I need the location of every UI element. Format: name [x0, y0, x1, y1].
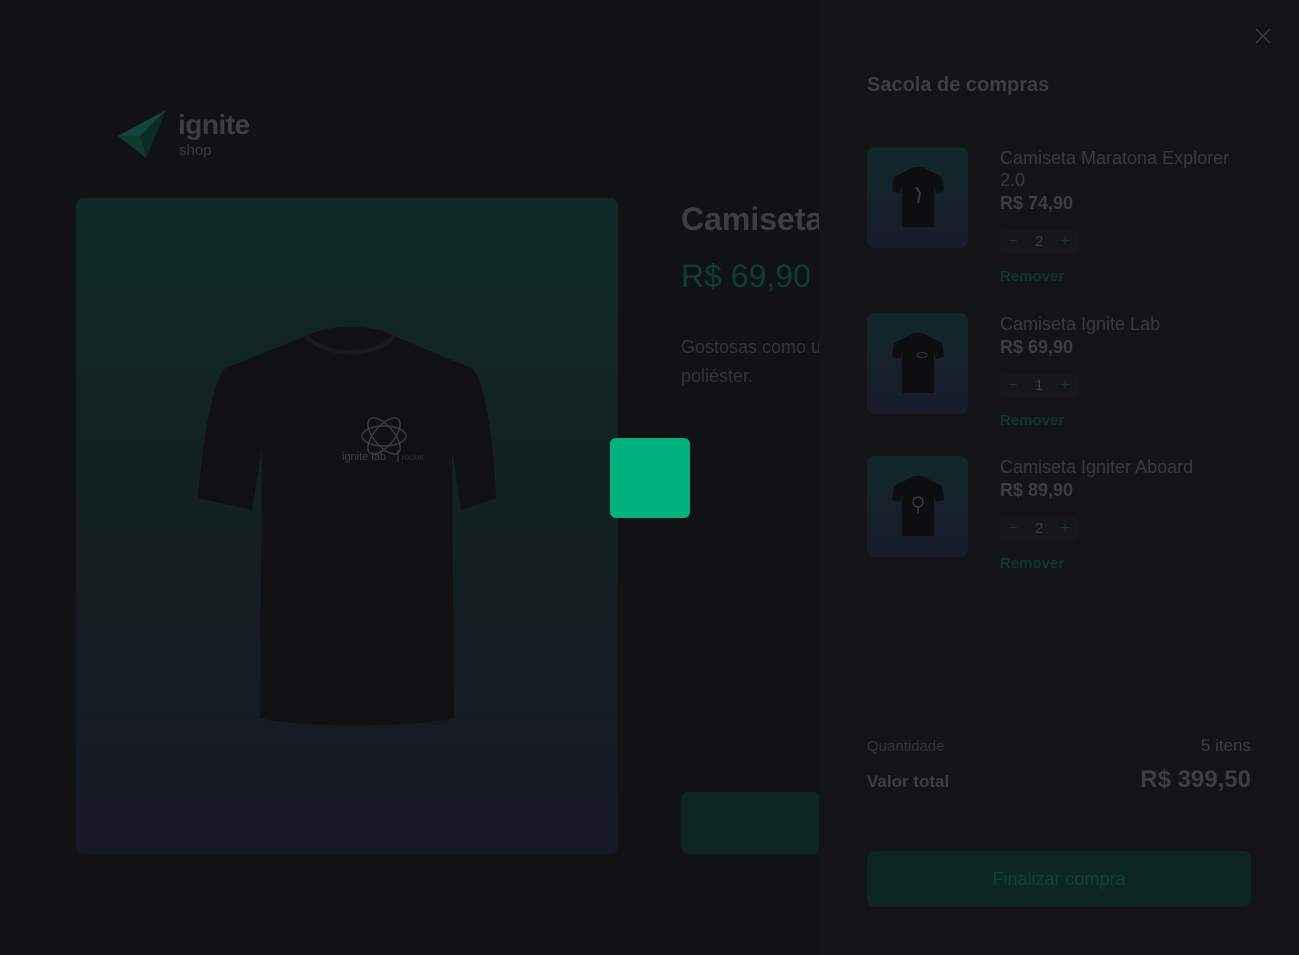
remove-button[interactable]: Remover	[1000, 412, 1064, 429]
item-thumbnail	[867, 147, 968, 248]
decrease-button[interactable]: −	[1000, 374, 1026, 398]
item-quantity: 1	[1034, 377, 1044, 394]
cart-item: Camiseta Igniter Aboard R$ 89,90 − 2 + R…	[867, 456, 1251, 573]
quantity-label: Quantidade	[867, 738, 945, 755]
decrease-button[interactable]: −	[1000, 230, 1026, 254]
cart-title: Sacola de compras	[867, 74, 1050, 96]
item-quantity: 2	[1034, 520, 1044, 537]
quantity-value: 5 itens	[1200, 736, 1251, 755]
logo[interactable]: ignite shop	[114, 106, 250, 162]
increase-button[interactable]: +	[1052, 230, 1078, 254]
loading-indicator	[610, 438, 690, 518]
svg-text:ignite lab: ignite lab	[342, 451, 386, 463]
cart-summary: Quantidade 5 itens Valor total R$ 399,50	[867, 736, 1251, 794]
product-title: Camiseta	[681, 201, 821, 237]
item-price: R$ 74,90	[1000, 193, 1074, 213]
tshirt-icon: ignite lab rocket	[198, 327, 496, 726]
item-price: R$ 69,90	[1000, 337, 1074, 357]
product-price: R$ 69,90	[681, 258, 811, 294]
logo-mark-icon	[118, 110, 166, 158]
item-name: Camiseta Igniter Aboard	[1000, 457, 1194, 477]
cart-item: Camiseta Ignite Lab R$ 69,90 − 1 + Remov…	[867, 313, 1251, 430]
cart-drawer: Sacola de compras Camiseta Maratona Expl…	[819, 0, 1299, 955]
total-label: Valor total	[867, 772, 950, 791]
decrease-button[interactable]: −	[1000, 517, 1026, 541]
product-description: Gostosas como u em algodão brasi são 100…	[681, 337, 821, 386]
item-name: Camiseta Ignite Lab	[1000, 314, 1161, 334]
quantity-stepper: − 1 +	[1000, 374, 1078, 398]
buy-button[interactable]	[681, 792, 821, 854]
item-quantity: 2	[1034, 233, 1044, 250]
logo-title: ignite	[178, 108, 250, 140]
quantity-stepper: − 2 +	[1000, 230, 1078, 254]
increase-button[interactable]: +	[1052, 374, 1078, 398]
remove-button[interactable]: Remover	[1000, 268, 1064, 285]
svg-text:rocket: rocket	[402, 453, 425, 462]
item-thumbnail	[867, 313, 968, 414]
tshirt-icon	[891, 332, 944, 393]
product-image: ignite lab rocket	[76, 198, 618, 854]
remove-button[interactable]: Remover	[1000, 555, 1064, 572]
quantity-stepper: − 2 +	[1000, 517, 1078, 541]
item-name: Camiseta Maratona Explorer 2.0	[1000, 148, 1230, 190]
product-info: Camiseta R$ 69,90 Gostosas como u em alg…	[681, 198, 821, 858]
checkout-button[interactable]: Finalizar compra	[867, 851, 1251, 907]
tshirt-icon	[891, 475, 944, 536]
logo-subtitle: shop	[179, 141, 212, 159]
cart-item: Camiseta Maratona Explorer 2.0 R$ 74,90 …	[867, 147, 1251, 286]
tshirt-icon	[891, 166, 944, 227]
close-button[interactable]	[1253, 26, 1273, 46]
close-icon	[1255, 28, 1271, 44]
increase-button[interactable]: +	[1052, 517, 1078, 541]
item-price: R$ 89,90	[1000, 480, 1074, 500]
total-value: R$ 399,50	[1140, 766, 1251, 793]
item-thumbnail	[867, 456, 968, 557]
